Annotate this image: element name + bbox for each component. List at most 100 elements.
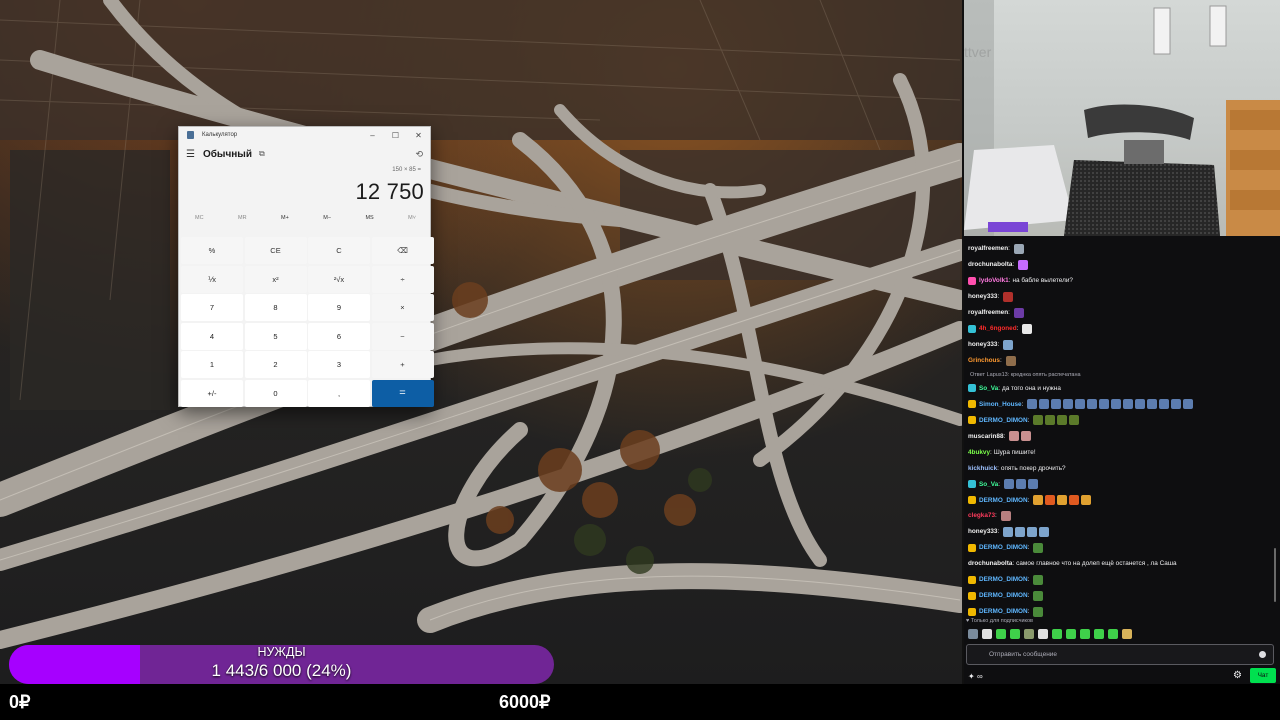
- digit-0-button[interactable]: 0: [244, 379, 307, 407]
- user-badge-icon[interactable]: [968, 591, 976, 600]
- chat-username[interactable]: honey333: [968, 337, 997, 352]
- chat-username[interactable]: DERMO_DIMON: [979, 413, 1028, 428]
- user-badge-icon[interactable]: [968, 480, 976, 489]
- chat-username[interactable]: lydoVolk1: [979, 273, 1009, 288]
- subscriber-emote-icon[interactable]: [1024, 629, 1034, 639]
- emote-icon[interactable]: [1057, 495, 1068, 506]
- emote-icon[interactable]: [1013, 243, 1024, 254]
- chat-username[interactable]: drochunabolta: [968, 257, 1012, 272]
- digit-2-button[interactable]: 2: [244, 351, 307, 378]
- emote-icon[interactable]: [1057, 415, 1068, 426]
- subscriber-emote-icon[interactable]: [1010, 629, 1020, 639]
- emote-icon[interactable]: [1009, 431, 1020, 442]
- chat-message-input[interactable]: Отправить сообщение: [966, 644, 1274, 665]
- chat-username[interactable]: muscarin88: [968, 429, 1004, 444]
- chat-username[interactable]: 4bukvy: [968, 445, 990, 460]
- memory-recall-button[interactable]: MR: [238, 215, 247, 233]
- minimize-icon[interactable]: –: [361, 131, 384, 140]
- subscriber-emote-icon[interactable]: [1038, 629, 1048, 639]
- channel-points[interactable]: ✦ ∞: [968, 672, 983, 681]
- emote-icon[interactable]: [1018, 259, 1029, 270]
- clear-entry-button[interactable]: CE: [244, 237, 307, 264]
- emote-icon[interactable]: [1183, 399, 1194, 410]
- user-badge-icon[interactable]: [968, 276, 976, 285]
- memory-list-button[interactable]: M˅: [408, 215, 416, 233]
- subscriber-emote-icon[interactable]: [968, 629, 978, 639]
- emote-icon[interactable]: [1081, 495, 1092, 506]
- digit-6-button[interactable]: 6: [308, 322, 370, 350]
- user-badge-icon[interactable]: [968, 607, 976, 616]
- emote-icon[interactable]: [1021, 431, 1032, 442]
- subscriber-emote-icon[interactable]: [1122, 629, 1132, 639]
- calculator-titlebar[interactable]: Калькулятор – ☐ ✕: [179, 127, 430, 143]
- subscriber-emote-icon[interactable]: [996, 629, 1006, 639]
- square-root-button[interactable]: ²√x: [308, 265, 370, 293]
- emote-icon[interactable]: [1051, 399, 1062, 410]
- multiply-button[interactable]: ×: [371, 294, 434, 321]
- emote-icon[interactable]: [1022, 323, 1033, 334]
- chat-username[interactable]: DERMO_DIMON: [979, 493, 1028, 508]
- memory-store-button[interactable]: MS: [365, 215, 373, 233]
- user-badge-icon[interactable]: [968, 384, 976, 393]
- digit-1-button[interactable]: 1: [181, 351, 243, 378]
- emote-icon[interactable]: [1087, 399, 1098, 410]
- emote-icon[interactable]: [1003, 526, 1014, 537]
- digit-3-button[interactable]: 3: [308, 351, 370, 378]
- emote-icon[interactable]: [1003, 479, 1014, 490]
- chat-username[interactable]: royalfreemen: [968, 241, 1008, 256]
- emote-icon[interactable]: [1015, 526, 1026, 537]
- user-badge-icon[interactable]: [968, 324, 976, 333]
- emote-icon[interactable]: [1027, 479, 1038, 490]
- user-badge-icon[interactable]: [968, 400, 976, 409]
- digit-8-button[interactable]: 8: [244, 294, 307, 321]
- emote-icon[interactable]: [1015, 479, 1026, 490]
- emote-icon[interactable]: [1111, 399, 1122, 410]
- chat-username[interactable]: So_Va: [979, 477, 998, 492]
- memory-subtract-button[interactable]: M−: [323, 215, 331, 233]
- chat-username[interactable]: DERMO_DIMON: [979, 604, 1028, 619]
- emote-icon[interactable]: [1033, 574, 1044, 585]
- chat-username[interactable]: DERMO_DIMON: [979, 588, 1028, 603]
- emote-icon[interactable]: [1027, 399, 1038, 410]
- emote-icon[interactable]: [1147, 399, 1158, 410]
- chat-username[interactable]: So_Va: [979, 381, 998, 396]
- maximize-icon[interactable]: ☐: [384, 131, 407, 140]
- chat-username[interactable]: DERMO_DIMON: [979, 572, 1028, 587]
- emote-icon[interactable]: [1171, 399, 1182, 410]
- digit-4-button[interactable]: 4: [181, 322, 243, 350]
- emote-icon[interactable]: [1135, 399, 1146, 410]
- emote-icon[interactable]: [1075, 399, 1086, 410]
- keep-on-top-icon[interactable]: ⧉: [259, 149, 265, 159]
- emote-icon[interactable]: [1000, 510, 1011, 521]
- emote-icon[interactable]: [1069, 415, 1080, 426]
- subscriber-emote-icon[interactable]: [982, 629, 992, 639]
- chat-username[interactable]: clegka73: [968, 508, 995, 523]
- user-badge-icon[interactable]: [968, 416, 976, 425]
- emote-icon[interactable]: [1045, 495, 1056, 506]
- emote-icon[interactable]: [1033, 495, 1044, 506]
- chat-username[interactable]: kickhuick: [968, 461, 997, 476]
- emote-icon[interactable]: [1005, 355, 1016, 366]
- chat-scrollbar[interactable]: [1274, 548, 1276, 602]
- subscriber-emote-icon[interactable]: [1094, 629, 1104, 639]
- chat-send-button[interactable]: Чат: [1250, 668, 1276, 683]
- digit-5-button[interactable]: 5: [244, 322, 307, 350]
- emote-icon[interactable]: [1033, 606, 1044, 617]
- subscriber-emote-icon[interactable]: [1052, 629, 1062, 639]
- emote-icon[interactable]: [1013, 307, 1024, 318]
- decimal-button[interactable]: ,: [308, 379, 370, 407]
- negate-button[interactable]: +/-: [181, 379, 243, 407]
- backspace-button[interactable]: ⌫: [371, 237, 434, 264]
- history-icon[interactable]: ⟲: [415, 149, 423, 160]
- memory-clear-button[interactable]: MC: [195, 215, 204, 233]
- digit-7-button[interactable]: 7: [181, 294, 243, 321]
- chat-username[interactable]: Grinchous: [968, 353, 1000, 368]
- user-badge-icon[interactable]: [968, 575, 976, 584]
- emote-icon[interactable]: [1027, 526, 1038, 537]
- chat-username[interactable]: honey333: [968, 524, 997, 539]
- digit-9-button[interactable]: 9: [308, 294, 370, 321]
- emote-icon[interactable]: [1099, 399, 1110, 410]
- chat-username[interactable]: 4h_6ngoned: [979, 321, 1017, 336]
- emote-picker-icon[interactable]: [1259, 651, 1266, 658]
- hamburger-menu-icon[interactable]: ☰: [186, 149, 195, 160]
